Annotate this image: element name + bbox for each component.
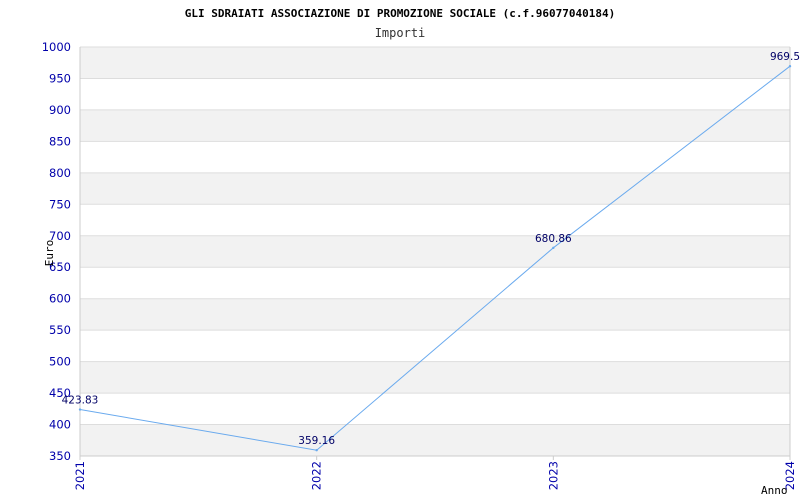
y-tick-label: 850 bbox=[49, 134, 71, 148]
background-bands bbox=[80, 47, 790, 456]
grid-band bbox=[80, 298, 790, 331]
line-chart: 3504004505005506006507007508008509009501… bbox=[42, 7, 800, 497]
data-point bbox=[552, 246, 555, 250]
y-tick-label: 800 bbox=[49, 166, 71, 180]
y-tick-label: 500 bbox=[49, 355, 71, 369]
data-label: 359.16 bbox=[298, 435, 335, 447]
grid-band bbox=[80, 47, 790, 79]
data-point bbox=[315, 449, 318, 452]
y-axis-label: Euro bbox=[43, 240, 56, 267]
data-label: 423.83 bbox=[62, 395, 99, 407]
x-axis-label: Anno bbox=[761, 484, 788, 497]
chart-subtitle: Importi bbox=[375, 26, 426, 40]
x-tick-labels: 2021 2022 2023 2024 bbox=[73, 461, 797, 490]
grid-band bbox=[80, 109, 790, 142]
x-tick-label: 2021 bbox=[73, 461, 87, 490]
y-tick-label: 950 bbox=[49, 71, 71, 85]
grid-band bbox=[80, 235, 790, 268]
y-tick-label: 550 bbox=[49, 323, 71, 337]
grid-band bbox=[80, 361, 790, 394]
x-tick-label: 2022 bbox=[310, 461, 324, 490]
chart-title: GLI SDRAIATI ASSOCIAZIONE DI PROMOZIONE … bbox=[185, 7, 615, 20]
y-tick-label: 600 bbox=[49, 292, 71, 306]
y-tick-label: 1000 bbox=[42, 40, 71, 54]
grid-band bbox=[80, 424, 790, 456]
data-label: 969.5 bbox=[770, 51, 800, 63]
data-point bbox=[788, 64, 792, 68]
y-tick-label: 350 bbox=[49, 449, 71, 463]
x-tick-label: 2023 bbox=[546, 461, 560, 490]
grid-band bbox=[80, 172, 790, 205]
y-tick-label: 750 bbox=[49, 197, 71, 211]
y-tick-label: 400 bbox=[49, 418, 71, 432]
data-point bbox=[78, 408, 82, 411]
y-tick-label: 900 bbox=[49, 103, 71, 117]
data-label: 680.86 bbox=[535, 233, 572, 245]
